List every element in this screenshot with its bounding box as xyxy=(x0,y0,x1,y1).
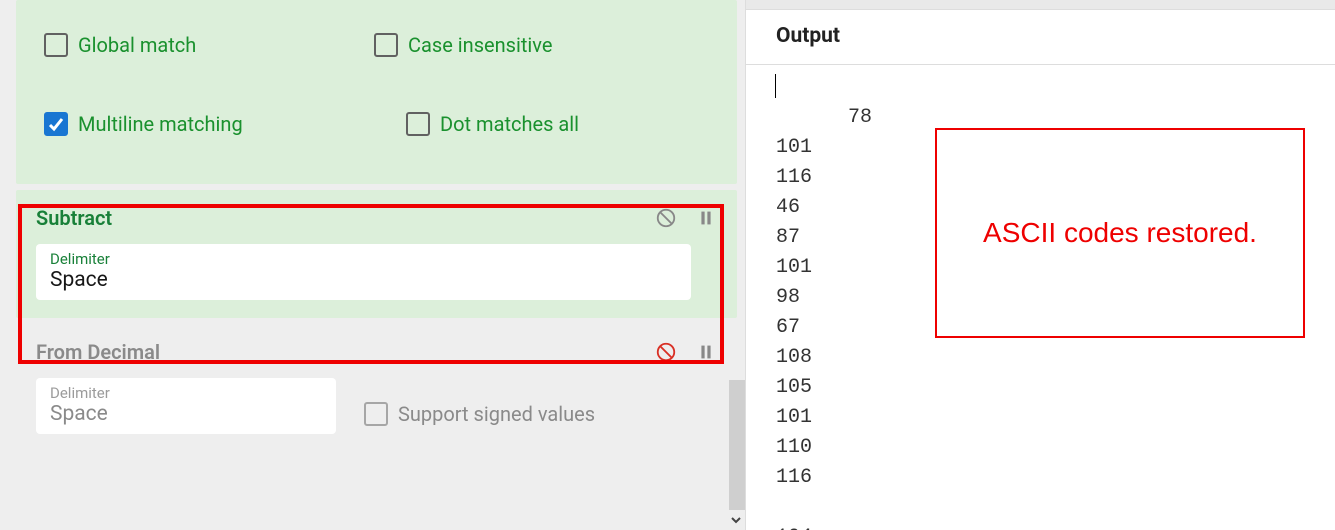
recipe-panel: Global match Case insensitive Multiline … xyxy=(0,0,745,530)
checkbox-label: Support signed values xyxy=(398,402,595,426)
op-regex-options: Global match Case insensitive Multiline … xyxy=(16,0,737,184)
scrollbar-down-icon[interactable] xyxy=(727,512,745,528)
checkbox-label: Global match xyxy=(78,33,196,57)
disable-op-icon[interactable] xyxy=(655,341,677,363)
checkbox-label: Multiline matching xyxy=(78,112,243,136)
checkbox-case-insensitive[interactable]: Case insensitive xyxy=(374,33,717,57)
op-title: Subtract xyxy=(36,206,655,230)
output-panel: Output 78 101 116 46 87 101 98 67 108 10… xyxy=(745,0,1335,530)
pause-op-icon[interactable] xyxy=(695,207,717,229)
op-title: From Decimal xyxy=(36,340,655,364)
output-toolbar-placeholder xyxy=(746,0,1335,10)
checkbox-multiline[interactable]: Multiline matching xyxy=(44,112,374,136)
delimiter-field[interactable]: Delimiter Space xyxy=(36,378,336,434)
field-label: Delimiter xyxy=(50,384,322,402)
disable-op-icon[interactable] xyxy=(655,207,677,229)
checkbox-box-icon xyxy=(44,33,68,57)
field-value: Space xyxy=(50,268,677,292)
checkbox-box-icon xyxy=(364,402,388,426)
checkbox-support-signed[interactable]: Support signed values xyxy=(364,402,595,426)
checkbox-label: Dot matches all xyxy=(440,112,579,136)
scrollbar-thumb[interactable] xyxy=(729,380,745,510)
delimiter-field[interactable]: Delimiter Space xyxy=(36,244,691,300)
annotation-note: ASCII codes restored. xyxy=(935,128,1305,338)
checkbox-box-icon xyxy=(374,33,398,57)
checkbox-box-icon xyxy=(406,112,430,136)
text-caret-icon xyxy=(775,74,776,98)
pause-op-icon[interactable] xyxy=(695,341,717,363)
checkbox-dot-all[interactable]: Dot matches all xyxy=(406,112,717,136)
op-from-decimal: From Decimal Delimiter xyxy=(16,324,737,452)
checkbox-box-checked-icon xyxy=(44,112,68,136)
checkbox-global-match[interactable]: Global match xyxy=(44,33,374,57)
op-subtract: Subtract Delimiter Space xyxy=(16,190,737,318)
annotation-text: ASCII codes restored. xyxy=(983,214,1257,252)
checkbox-label: Case insensitive xyxy=(408,33,552,57)
output-title: Output xyxy=(746,10,1335,65)
field-label: Delimiter xyxy=(50,250,677,268)
field-value: Space xyxy=(50,402,322,426)
